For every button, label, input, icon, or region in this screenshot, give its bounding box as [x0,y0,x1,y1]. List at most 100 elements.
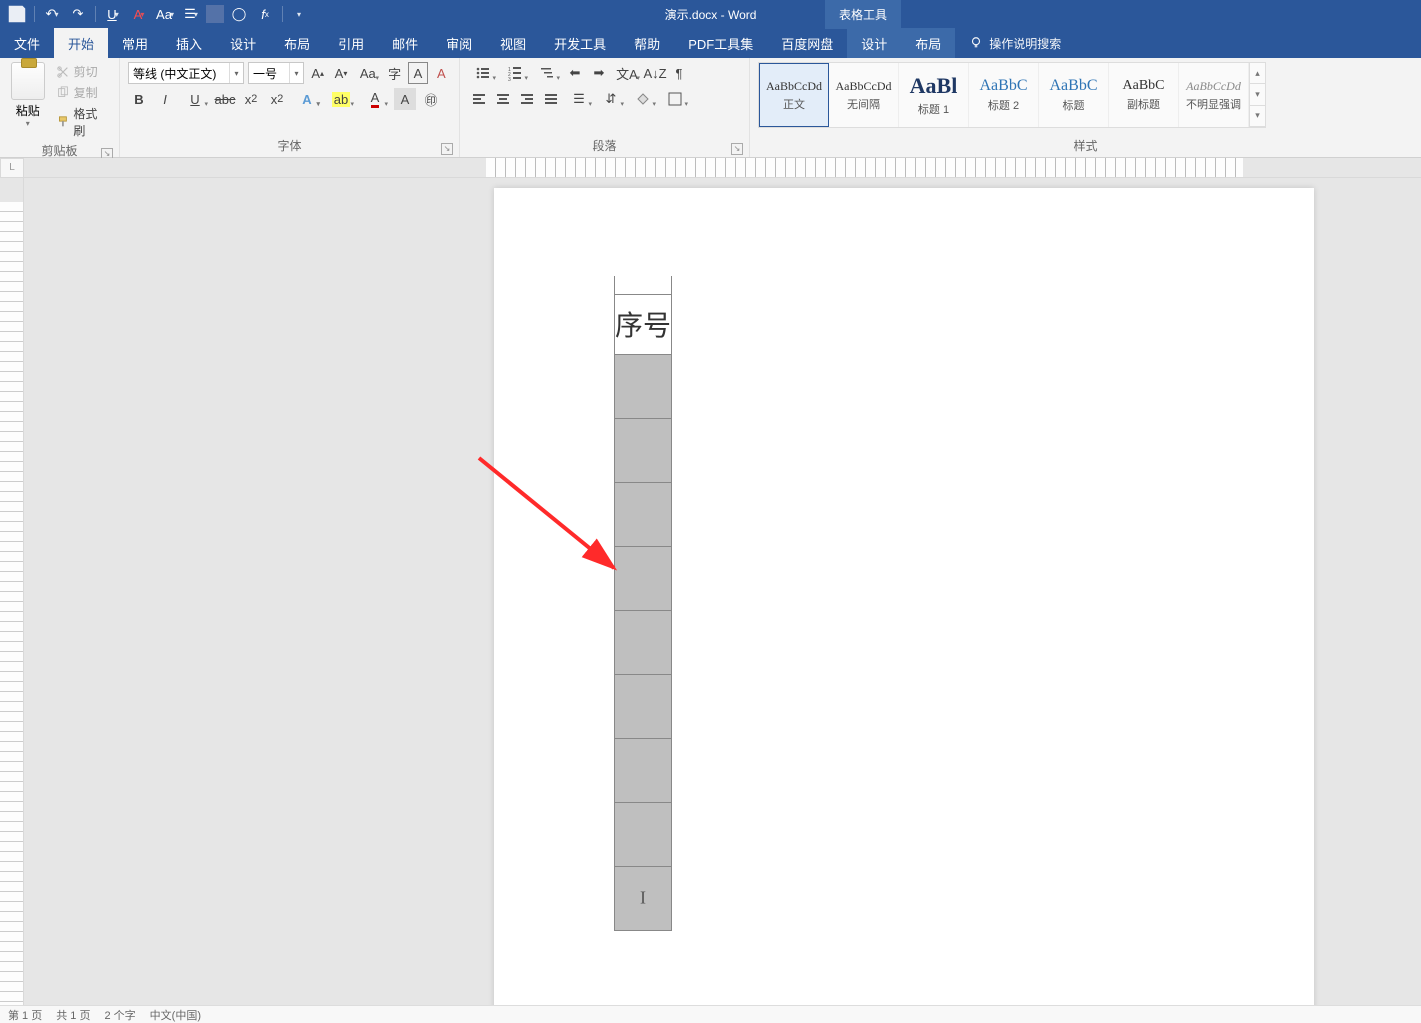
tab-references[interactable]: 引用 [324,28,378,58]
underline-button[interactable]: U [180,88,210,110]
qat-customize-button[interactable]: ▾ [289,3,311,25]
style-subtitle[interactable]: AaBbC副标题 [1109,63,1179,127]
style-title[interactable]: AaBbC标题 [1039,63,1109,127]
subscript-button[interactable]: x2 [240,88,262,110]
page[interactable]: 序号 I [494,188,1314,1005]
save-button[interactable] [6,3,28,25]
gallery-down[interactable]: ▾ [1250,84,1265,105]
status-total[interactable]: 共 1 页 [56,1007,90,1023]
table-row[interactable] [615,418,672,482]
indent-dec-button[interactable]: ⬅ [564,62,586,84]
table-row[interactable] [615,610,672,674]
table-row[interactable] [615,354,672,418]
chevron-down-icon[interactable]: ▾ [229,63,243,83]
table-row[interactable] [615,738,672,802]
gallery-more[interactable]: ▾ [1250,106,1265,127]
table-row[interactable]: I [615,866,672,930]
borders-button[interactable] [660,88,690,110]
undo-button[interactable]: ↶▾ [41,3,63,25]
tab-help[interactable]: 帮助 [620,28,674,58]
tab-pdf[interactable]: PDF工具集 [674,28,767,58]
table-row[interactable] [615,674,672,738]
font-size-combo[interactable]: ▾ [248,62,304,84]
cut-button[interactable]: 剪切 [54,62,111,81]
tab-file[interactable]: 文件 [0,28,54,58]
style-no-spacing[interactable]: AaBbCcDd无间隔 [829,63,899,127]
tab-table-design[interactable]: 设计 [847,28,901,58]
qat-shading-button[interactable] [206,5,224,23]
tab-view[interactable]: 视图 [486,28,540,58]
tab-developer[interactable]: 开发工具 [540,28,620,58]
font-color-button[interactable]: A [360,88,390,110]
tab-review[interactable]: 审阅 [432,28,486,58]
style-normal[interactable]: AaBbCcDd正文 [759,63,829,127]
tab-home[interactable]: 开始 [54,28,108,58]
tab-layout[interactable]: 布局 [270,28,324,58]
superscript-button[interactable]: x2 [266,88,288,110]
qat-shape-button[interactable]: ◯ [228,3,250,25]
status-words[interactable]: 2 个字 [104,1007,135,1023]
status-page[interactable]: 第 1 页 [8,1007,42,1023]
char-shading-button[interactable]: A [394,88,416,110]
qat-change-case-button[interactable]: Aa▾ [154,3,176,25]
copy-button[interactable]: 复制 [54,83,111,102]
document-canvas[interactable]: 序号 I [24,178,1421,1005]
qat-list-button[interactable]: ☰▾ [180,3,202,25]
tab-table-layout[interactable]: 布局 [901,28,955,58]
enclose-char-button[interactable]: ㊞ [420,88,442,110]
tab-common[interactable]: 常用 [108,28,162,58]
bullets-button[interactable] [468,62,498,84]
font-name-combo[interactable]: ▾ [128,62,244,84]
tell-me-search[interactable]: 操作说明搜索 [955,28,1075,58]
font-name-input[interactable] [129,63,229,83]
show-marks-button[interactable]: ¶ [668,62,690,84]
qat-underline-button[interactable]: U▾ [102,3,124,25]
font-size-input[interactable] [249,63,289,83]
chevron-down-icon[interactable]: ▾ [289,63,303,83]
style-subtle-emphasis[interactable]: AaBbCcDd不明显强调 [1179,63,1249,127]
shading-button[interactable] [628,88,658,110]
format-painter-button[interactable]: 格式刷 [54,104,111,140]
indent-inc-button[interactable]: ➡ [588,62,610,84]
italic-button[interactable]: I [154,88,176,110]
highlight-button[interactable]: ab [326,88,356,110]
table-header-cell[interactable]: 序号 [615,294,672,354]
tab-design[interactable]: 设计 [216,28,270,58]
align-right-button[interactable] [516,88,538,110]
align-center-button[interactable] [492,88,514,110]
phonetic-guide-button[interactable]: 字 [385,62,404,84]
change-case-button[interactable]: Aa [355,62,381,84]
numbering-button[interactable]: 123 [500,62,530,84]
strike-button[interactable]: abc [214,88,236,110]
tab-mailings[interactable]: 邮件 [378,28,432,58]
font-launcher[interactable]: ↘ [441,143,453,155]
sort-button[interactable]: A↓Z [644,62,666,84]
table-row[interactable] [615,482,672,546]
horizontal-ruler[interactable] [24,158,1421,178]
char-border-button[interactable]: A [408,62,427,84]
gallery-up[interactable]: ▴ [1250,63,1265,84]
tab-baidu[interactable]: 百度网盘 [767,28,847,58]
align-distribute-button[interactable]: ☰ [564,88,594,110]
paragraph-launcher[interactable]: ↘ [731,143,743,155]
qat-formula-button[interactable]: fx [254,3,276,25]
tab-insert[interactable]: 插入 [162,28,216,58]
shrink-font-button[interactable]: A▾ [331,62,350,84]
line-spacing-button[interactable]: ⇵ [596,88,626,110]
multilevel-button[interactable] [532,62,562,84]
table-row[interactable] [615,546,672,610]
align-left-button[interactable] [468,88,490,110]
redo-button[interactable]: ↷ [67,3,89,25]
text-direction-button[interactable]: 文A [612,62,642,84]
style-heading1[interactable]: AaBl标题 1 [899,63,969,127]
table-row[interactable] [615,802,672,866]
paste-button[interactable]: 粘贴 ▾ [8,62,48,128]
text-effects-button[interactable]: A [292,88,322,110]
style-heading2[interactable]: AaBbC标题 2 [969,63,1039,127]
status-lang[interactable]: 中文(中国) [150,1007,201,1023]
bold-button[interactable]: B [128,88,150,110]
ruler-corner[interactable]: L [0,158,24,178]
qat-font-color-button[interactable]: A▾ [128,3,150,25]
clear-format-button[interactable]: A [432,62,451,84]
grow-font-button[interactable]: A▴ [308,62,327,84]
